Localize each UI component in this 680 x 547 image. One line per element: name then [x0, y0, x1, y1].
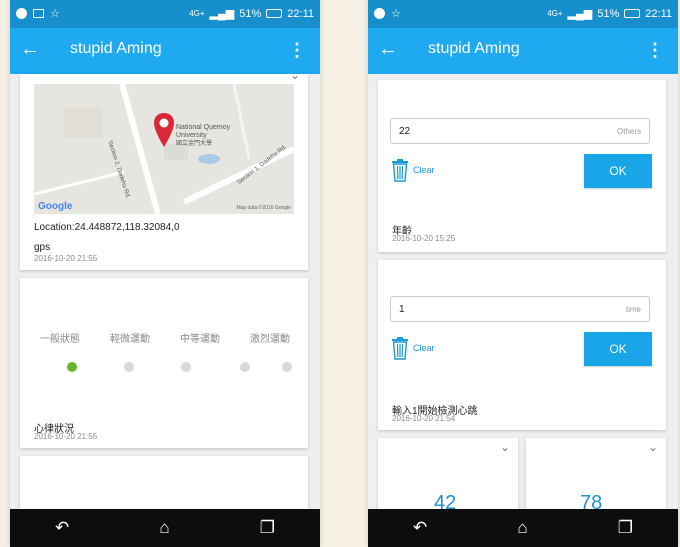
app-title: stupid Aming	[70, 40, 162, 57]
clear-button[interactable]: Clear	[390, 158, 435, 182]
heart-status-timestamp: 2016-10-20 21:55	[34, 432, 98, 441]
image-icon	[33, 9, 44, 18]
age-input[interactable]: 22 Others	[390, 118, 650, 144]
signal-icon: ▂▄▆	[209, 8, 235, 20]
heart-test-input-value: 1	[399, 304, 405, 315]
map-graphic	[34, 84, 294, 214]
stage-label[interactable]: 中等運動	[180, 330, 220, 345]
google-logo: Google	[38, 201, 73, 212]
chevron-down-icon[interactable]: ⌄	[648, 440, 658, 454]
status-bar: ☆ 4G+ ▂▄▆ 51% 22:11	[10, 0, 320, 28]
app-bar: ← stupid Aming ⋮	[368, 28, 678, 74]
heart-test-timestamp: 2016-10-20 21:54	[392, 414, 456, 423]
status-bar: ☆ 4G+ ▂▄▆ 51% 22:11	[368, 0, 678, 28]
nav-bar: ↶ ⌂ ❐	[368, 509, 678, 547]
nav-bar: ↶ ⌂ ❐	[10, 509, 320, 547]
age-input-placeholder: Others	[616, 127, 641, 136]
chevron-down-icon[interactable]: ⌄	[290, 68, 300, 82]
stage-dot[interactable]	[181, 362, 191, 372]
battery-icon	[624, 9, 641, 18]
clear-label: Clear	[413, 343, 435, 353]
stage-label[interactable]: 一般狀態	[40, 330, 80, 345]
network-type: 4G+	[547, 9, 563, 18]
map-poi-name-zh: 國立金門大學	[176, 141, 213, 147]
age-card: 22 Others Clear OK 年齡 2016-10-20 15:25	[378, 80, 666, 252]
back-arrow-icon[interactable]: ←	[20, 38, 40, 61]
messenger-icon	[16, 8, 27, 19]
stage-labels: 一般狀態 輕微運動 中等運動 激烈運動	[40, 330, 290, 345]
stage-dot[interactable]	[240, 362, 250, 372]
heart-test-card: 1 time Clear OK 輸入1開始檢測心跳 2016-10-20 21:…	[378, 260, 666, 430]
trash-icon	[392, 159, 408, 182]
app-bar: ← stupid Aming ⋮	[10, 28, 320, 74]
overflow-menu-icon[interactable]: ⋮	[646, 40, 664, 61]
back-nav-icon[interactable]: ↶	[55, 518, 69, 538]
heart-status-card: 一般狀態 輕微運動 中等運動 激烈運動 心律狀況 2016-10-20 21:5…	[20, 278, 308, 448]
back-nav-icon[interactable]: ↶	[413, 518, 427, 538]
messenger-icon	[374, 8, 385, 19]
age-timestamp: 2016-10-20 15:25	[392, 234, 456, 243]
stage-label[interactable]: 激烈運動	[250, 330, 290, 345]
star-icon: ☆	[50, 8, 60, 20]
home-nav-icon[interactable]: ⌂	[159, 518, 169, 538]
location-type: gps	[34, 242, 51, 253]
chevron-down-icon[interactable]: ⌄	[500, 440, 510, 454]
map-poi-label: National Quemoy University 國立金門大學	[176, 124, 236, 148]
ok-button[interactable]: OK	[584, 332, 652, 366]
phone-screen-left: ☆ 4G+ ▂▄▆ 51% 22:11 ← stupid Aming ⋮ ⌄ S…	[10, 0, 320, 547]
trash-icon	[392, 337, 408, 360]
clock: 22:11	[645, 7, 672, 20]
location-coordinates: Location:24.448872,118.32084,0	[34, 222, 180, 233]
home-nav-icon[interactable]: ⌂	[517, 518, 527, 538]
location-card: ⌄ Section 2, Dadehu Rd. Section 1, Dadeh…	[20, 68, 308, 270]
stage-dot[interactable]	[124, 362, 134, 372]
app-title: stupid Aming	[428, 40, 520, 57]
star-icon: ☆	[391, 8, 401, 20]
map-view[interactable]: Section 2, Dadehu Rd. Section 1, Dadehu …	[34, 84, 294, 214]
location-timestamp: 2016-10-20 21:55	[34, 254, 98, 263]
battery-percent: 51%	[239, 7, 262, 20]
network-type: 4G+	[189, 9, 205, 18]
map-attribution: Map data ©2016 Google	[236, 205, 291, 211]
clear-button[interactable]: Clear	[390, 336, 435, 360]
age-input-value: 22	[399, 126, 411, 137]
value-tile: ⌄ 78	[526, 438, 666, 518]
stage-dot[interactable]	[282, 362, 292, 372]
overflow-menu-icon[interactable]: ⋮	[288, 40, 306, 61]
recents-nav-icon[interactable]: ❐	[618, 518, 633, 538]
heart-test-input-placeholder: time	[625, 305, 641, 314]
map-pin-icon[interactable]	[153, 112, 175, 148]
recents-nav-icon[interactable]: ❐	[260, 518, 275, 538]
battery-percent: 51%	[597, 7, 620, 20]
stage-dot-selected[interactable]	[67, 362, 77, 372]
back-arrow-icon[interactable]: ←	[378, 38, 398, 61]
clear-label: Clear	[413, 165, 435, 175]
stage-label[interactable]: 輕微運動	[110, 330, 150, 345]
clock: 22:11	[287, 7, 314, 20]
value-tile: ⌄ 42	[378, 438, 518, 518]
heart-test-input[interactable]: 1 time	[390, 296, 650, 322]
map-poi-name-en: National Quemoy University	[176, 124, 231, 139]
battery-icon	[266, 9, 283, 18]
phone-screen-right: ☆ 4G+ ▂▄▆ 51% 22:11 ← stupid Aming ⋮ 22 …	[368, 0, 678, 547]
signal-icon: ▂▄▆	[567, 8, 593, 20]
next-card	[20, 456, 308, 516]
ok-button[interactable]: OK	[584, 154, 652, 188]
